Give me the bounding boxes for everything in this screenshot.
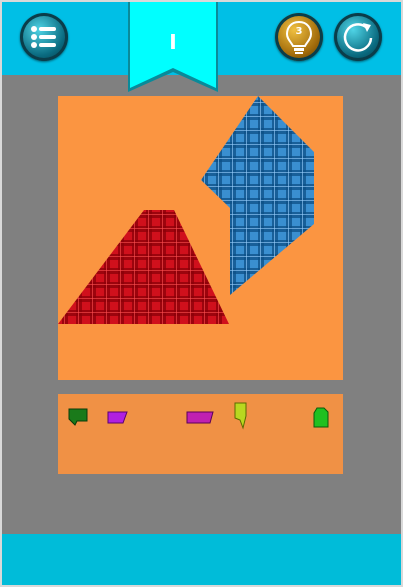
puzzle-board [58,96,343,380]
bottom-bar [0,534,403,587]
red-piece[interactable] [58,210,229,324]
hint-button[interactable]: 3 [275,13,323,61]
tray-piece-magenta[interactable] [186,411,214,425]
menu-list-icon [31,26,56,48]
tray-piece-purple[interactable] [107,411,129,425]
restart-icon [343,23,373,52]
tray-piece-green-dark[interactable] [67,407,89,427]
piece-tray [58,394,343,474]
menu-button[interactable] [20,13,68,61]
tray-piece-yellow-green[interactable] [234,402,248,430]
lightbulb-icon [285,20,313,54]
hint-count: 3 [295,26,303,37]
restart-button[interactable] [334,13,382,61]
level-number: I [169,30,177,54]
blue-piece[interactable] [201,96,314,295]
tray-piece-green-bright[interactable] [312,407,330,429]
